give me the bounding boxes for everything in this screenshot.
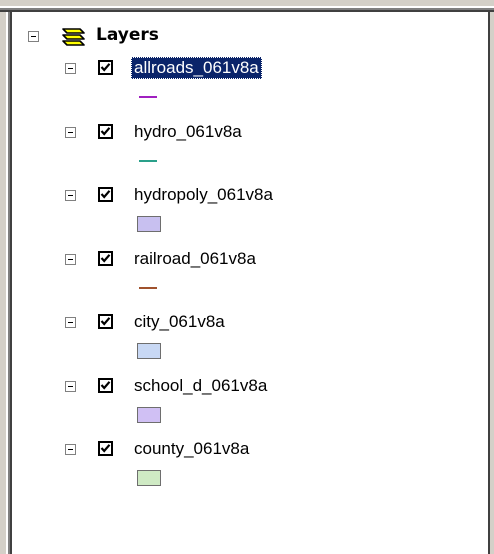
layer-collapse-icon[interactable] [65,190,76,201]
table-of-contents-panel: Layers allroads_061v8a hydro_061v8ahydrop… [0,0,494,554]
collapse-icon[interactable] [28,31,39,42]
fill-symbol-icon[interactable] [137,407,161,423]
layer-name-hydropoly-061v8a[interactable]: hydropoly_061v8a [131,184,276,206]
line-symbol-icon[interactable] [139,287,157,289]
layer-collapse-icon[interactable] [65,63,76,74]
checkmark-icon [100,190,111,199]
checkmark-icon [100,444,111,453]
layer-collapse-icon[interactable] [65,444,76,455]
layer-name-school-d-061v8a[interactable]: school_d_061v8a [131,375,270,397]
layer-visibility-checkbox[interactable] [98,314,113,329]
layer-visibility-checkbox[interactable] [98,251,113,266]
layer-collapse-icon[interactable] [65,254,76,265]
checkmark-icon [100,127,111,136]
layer-visibility-checkbox[interactable] [98,124,113,139]
fill-symbol-icon[interactable] [137,343,161,359]
layer-name-hydro-061v8a[interactable]: hydro_061v8a [131,121,245,143]
layer-name-railroad-061v8a[interactable]: railroad_061v8a [131,248,259,270]
line-symbol-icon[interactable] [139,96,157,98]
layer-visibility-checkbox[interactable] [98,378,113,393]
checkmark-icon [100,63,111,72]
layer-name-county-061v8a[interactable]: county_061v8a [131,438,252,460]
checkmark-icon [100,317,111,326]
root-layers-label[interactable]: Layers [96,24,159,46]
line-symbol-icon[interactable] [139,160,157,162]
checkmark-icon [100,381,111,390]
layer-name-city-061v8a[interactable]: city_061v8a [131,311,228,333]
fill-symbol-icon[interactable] [137,216,161,232]
layer-collapse-icon[interactable] [65,381,76,392]
layer-visibility-checkbox[interactable] [98,187,113,202]
layer-name-allroads-061v8a[interactable]: allroads_061v8a [131,57,262,79]
layer-collapse-icon[interactable] [65,127,76,138]
layer-collapse-icon[interactable] [65,317,76,328]
fill-symbol-icon[interactable] [137,470,161,486]
layer-visibility-checkbox[interactable] [98,60,113,75]
layers-stack-icon [62,28,85,46]
layer-tree: Layers allroads_061v8a hydro_061v8ahydrop… [0,0,494,554]
layer-visibility-checkbox[interactable] [98,441,113,456]
checkmark-icon [100,254,111,263]
